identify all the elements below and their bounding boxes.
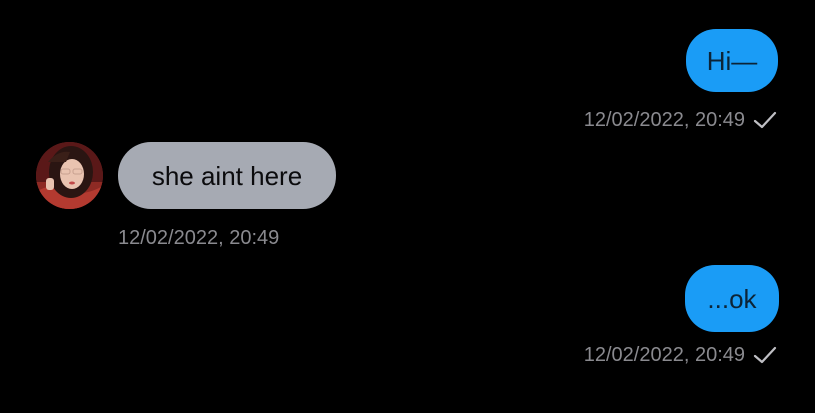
message-text: she aint here xyxy=(151,160,303,191)
checkmark-icon xyxy=(753,111,777,129)
outgoing-message-bubble[interactable]: ...ok xyxy=(685,265,779,332)
message-timestamp: 12/02/2022, 20:49 xyxy=(118,226,280,249)
message-meta: 12/02/2022, 20:49 xyxy=(118,225,279,251)
message-meta: 12/02/2022, 20:49 xyxy=(584,342,777,368)
checkmark-icon xyxy=(753,346,777,364)
contact-avatar[interactable] xyxy=(36,142,103,209)
message-timestamp: 12/02/2022, 20:49 xyxy=(583,108,745,131)
message-thread: Hi— 12/02/2022, 20:49 she aint here 12/0… xyxy=(0,0,815,413)
message-text: Hi— xyxy=(706,45,758,76)
incoming-message-bubble[interactable]: she aint here xyxy=(118,142,336,209)
message-timestamp: 12/02/2022, 20:49 xyxy=(583,343,745,366)
outgoing-message-bubble[interactable]: Hi— xyxy=(686,29,778,92)
avatar-image xyxy=(36,142,103,209)
message-meta: 12/02/2022, 20:49 xyxy=(584,107,777,133)
message-text: ...ok xyxy=(707,283,757,314)
